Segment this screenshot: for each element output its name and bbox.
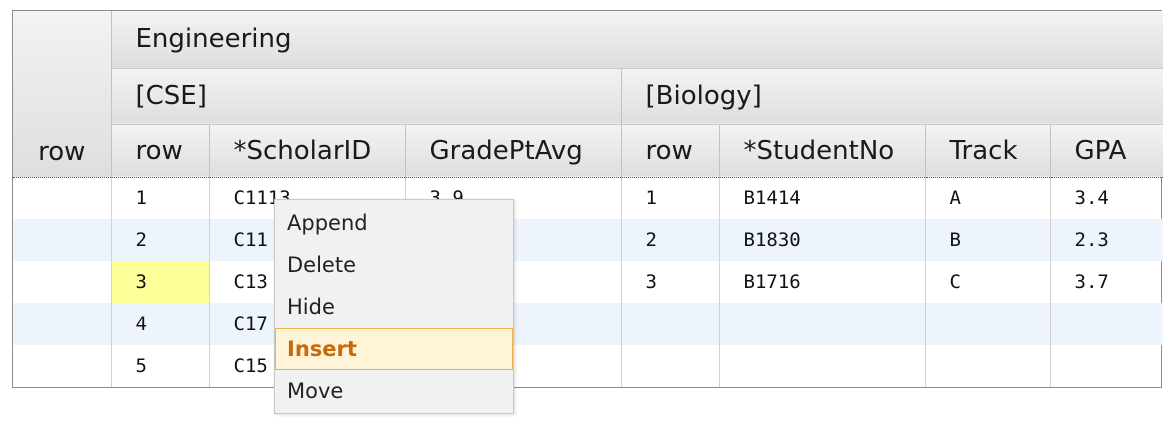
track-cell[interactable] bbox=[925, 345, 1051, 387]
grid-table: row Engineering [CSE] [Biology] row *Sch… bbox=[13, 11, 1164, 387]
gpa-cell[interactable] bbox=[1050, 345, 1163, 387]
cse-row-cell[interactable]: 5 bbox=[111, 345, 210, 387]
context-menu: Append Delete Hide Insert Move bbox=[274, 199, 514, 414]
biology-row-cell[interactable]: 3 bbox=[621, 261, 720, 303]
track-cell[interactable]: B bbox=[925, 219, 1051, 261]
cse-row-cell[interactable]: 1 bbox=[111, 177, 210, 219]
menu-item-delete[interactable]: Delete bbox=[275, 244, 513, 286]
column-header-cse-row[interactable]: row bbox=[111, 124, 210, 178]
outer-row-cell[interactable] bbox=[13, 303, 112, 345]
column-header-track[interactable]: Track bbox=[925, 124, 1051, 178]
menu-item-insert[interactable]: Insert bbox=[275, 328, 513, 370]
gpa-cell[interactable] bbox=[1050, 303, 1164, 345]
data-grid: row Engineering [CSE] [Biology] row *Sch… bbox=[12, 10, 1164, 388]
column-header-student-no[interactable]: *StudentNo bbox=[719, 124, 926, 178]
gpa-cell[interactable]: 3.7 bbox=[1050, 261, 1163, 303]
outer-row-cell[interactable] bbox=[13, 345, 112, 387]
table-row[interactable]: 2 C11 2 B1830 B 2.3 bbox=[13, 219, 1164, 261]
gpa-cell[interactable]: 2.3 bbox=[1050, 219, 1164, 261]
track-cell[interactable]: C bbox=[925, 261, 1051, 303]
cse-row-cell[interactable]: 4 bbox=[111, 303, 210, 345]
selected-cell[interactable]: 3 bbox=[111, 261, 210, 303]
header-group-engineering[interactable]: Engineering bbox=[111, 11, 1164, 69]
column-header-grade-pt-avg[interactable]: GradePtAvg bbox=[405, 124, 622, 178]
column-header-scholar-id[interactable]: *ScholarID bbox=[209, 124, 406, 178]
outer-row-cell[interactable] bbox=[13, 261, 112, 303]
column-header-gpa[interactable]: GPA bbox=[1050, 124, 1164, 178]
header-corner-row[interactable]: row bbox=[13, 11, 112, 178]
table-row[interactable]: 4 C17 bbox=[13, 303, 1164, 345]
cse-row-cell[interactable]: 2 bbox=[111, 219, 210, 261]
table-row[interactable]: 5 C15 bbox=[13, 345, 1163, 387]
menu-item-append[interactable]: Append bbox=[275, 202, 513, 244]
gpa-cell[interactable]: 3.4 bbox=[1050, 177, 1163, 219]
biology-row-cell[interactable] bbox=[621, 303, 720, 345]
track-cell[interactable] bbox=[925, 303, 1051, 345]
student-no-cell[interactable]: B1716 bbox=[719, 261, 926, 303]
outer-row-cell[interactable] bbox=[13, 219, 112, 261]
student-no-cell[interactable] bbox=[719, 303, 926, 345]
column-header-biology-row[interactable]: row bbox=[621, 124, 720, 178]
biology-row-cell[interactable]: 2 bbox=[621, 219, 720, 261]
track-cell[interactable]: A bbox=[925, 177, 1051, 219]
biology-row-cell[interactable]: 1 bbox=[621, 177, 720, 219]
header-subgroup-biology[interactable]: [Biology] bbox=[621, 68, 1164, 125]
table-row[interactable]: 3 C13 3 B1716 C 3.7 bbox=[13, 261, 1163, 303]
biology-row-cell[interactable] bbox=[621, 345, 720, 387]
student-no-cell[interactable]: B1414 bbox=[719, 177, 926, 219]
menu-item-move[interactable]: Move bbox=[275, 370, 513, 412]
student-no-cell[interactable] bbox=[719, 345, 926, 387]
student-no-cell[interactable]: B1830 bbox=[719, 219, 926, 261]
menu-item-hide[interactable]: Hide bbox=[275, 286, 513, 328]
table-row[interactable]: 1 C1113 3.9 1 B1414 A 3.4 bbox=[13, 177, 1163, 219]
header-subgroup-cse[interactable]: [CSE] bbox=[111, 68, 622, 125]
outer-row-cell[interactable] bbox=[13, 177, 112, 219]
